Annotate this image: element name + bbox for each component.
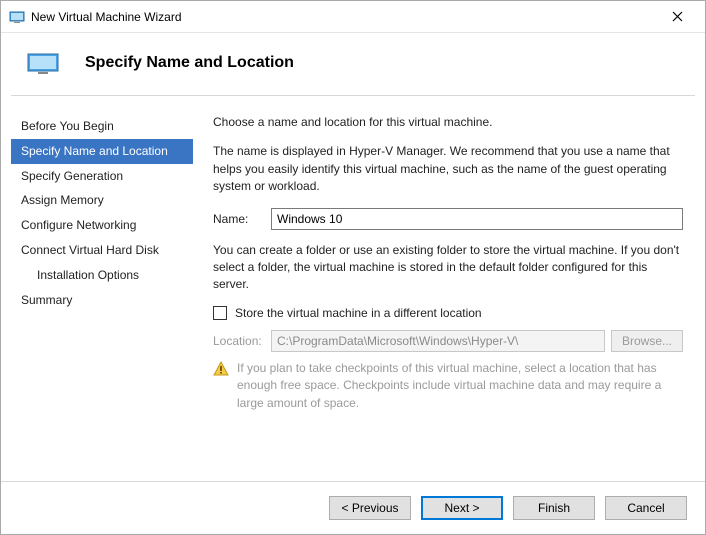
name-label: Name: — [213, 212, 271, 226]
step-assign-memory[interactable]: Assign Memory — [11, 188, 193, 213]
window-title: New Virtual Machine Wizard — [31, 10, 657, 24]
app-icon — [9, 9, 25, 25]
warning-text: If you plan to take checkpoints of this … — [237, 360, 683, 412]
browse-button: Browse... — [611, 330, 683, 352]
page-title: Specify Name and Location — [85, 54, 294, 72]
store-different-location-checkbox[interactable] — [213, 306, 227, 320]
wizard-content: Choose a name and location for this virt… — [201, 114, 695, 481]
location-row: Location: Browse... — [213, 330, 683, 352]
step-installation-options[interactable]: Installation Options — [11, 263, 193, 288]
folder-description: You can create a folder or use an existi… — [213, 242, 683, 294]
name-row: Name: — [213, 208, 683, 230]
wizard-window: New Virtual Machine Wizard Specify Name … — [0, 0, 706, 535]
wizard-header: Specify Name and Location — [1, 33, 705, 95]
step-connect-virtual-hard-disk[interactable]: Connect Virtual Hard Disk — [11, 238, 193, 263]
name-input[interactable] — [271, 208, 683, 230]
step-configure-networking[interactable]: Configure Networking — [11, 213, 193, 238]
wizard-body: Before You Begin Specify Name and Locati… — [1, 96, 705, 481]
titlebar: New Virtual Machine Wizard — [1, 1, 705, 33]
step-summary[interactable]: Summary — [11, 288, 193, 313]
wizard-footer: < Previous Next > Finish Cancel — [1, 481, 705, 534]
step-before-you-begin[interactable]: Before You Begin — [11, 114, 193, 139]
description-text: The name is displayed in Hyper-V Manager… — [213, 143, 683, 195]
store-different-location-label: Store the virtual machine in a different… — [235, 306, 482, 320]
location-label: Location: — [213, 334, 271, 348]
wizard-sidebar: Before You Begin Specify Name and Locati… — [11, 114, 201, 481]
store-different-location-row: Store the virtual machine in a different… — [213, 306, 683, 320]
intro-text: Choose a name and location for this virt… — [213, 114, 683, 131]
location-input — [271, 330, 605, 352]
monitor-icon — [27, 53, 59, 75]
step-specify-generation[interactable]: Specify Generation — [11, 164, 193, 189]
step-specify-name-location[interactable]: Specify Name and Location — [11, 139, 193, 164]
close-button[interactable] — [657, 2, 697, 32]
next-button[interactable]: Next > — [421, 496, 503, 520]
warning-row: If you plan to take checkpoints of this … — [213, 360, 683, 412]
warning-icon — [213, 361, 229, 377]
cancel-button[interactable]: Cancel — [605, 496, 687, 520]
finish-button[interactable]: Finish — [513, 496, 595, 520]
previous-button[interactable]: < Previous — [329, 496, 411, 520]
